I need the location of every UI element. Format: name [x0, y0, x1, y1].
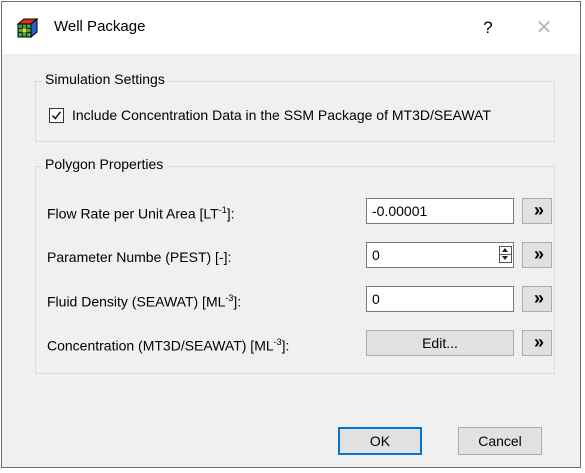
concentration-expand-button[interactable]: »	[522, 330, 552, 356]
help-button[interactable]: ?	[476, 14, 500, 42]
title-bar: Well Package ? ✕	[2, 2, 580, 54]
fluid-density-input[interactable]: 0	[366, 286, 514, 312]
concentration-label: Concentration (MT3D/SEAWAT) [ML-3]:	[47, 337, 290, 354]
fluid-density-label: Fluid Density (SEAWAT) [ML-3]:	[47, 293, 242, 310]
include-concentration-checkbox[interactable]	[49, 108, 64, 123]
close-button[interactable]: ✕	[530, 14, 558, 42]
include-concentration-label: Include Concentration Data in the SSM Pa…	[72, 107, 491, 123]
parameter-number-input[interactable]: 0	[366, 242, 514, 268]
checkmark-icon	[51, 111, 62, 120]
well-package-dialog: Well Package ? ✕ Simulation Settings Inc…	[1, 1, 581, 468]
window-title: Well Package	[54, 18, 146, 35]
parameter-number-label: Parameter Numbe (PEST) [-]:	[47, 249, 232, 265]
parameter-number-value: 0	[372, 247, 380, 263]
flow-rate-label: Flow Rate per Unit Area [LT-1]:	[47, 205, 235, 222]
fluid-density-expand-button[interactable]: »	[522, 286, 552, 312]
parameter-number-spinner[interactable]	[499, 246, 512, 263]
polygon-properties-title: Polygon Properties	[42, 156, 167, 172]
spin-down-icon[interactable]	[502, 256, 508, 260]
spin-up-icon[interactable]	[502, 248, 508, 252]
parameter-number-expand-button[interactable]: »	[522, 242, 552, 268]
ok-button[interactable]: OK	[338, 427, 422, 455]
simulation-settings-title: Simulation Settings	[42, 71, 168, 87]
cancel-button[interactable]: Cancel	[458, 427, 542, 455]
concentration-edit-button[interactable]: Edit...	[366, 330, 514, 356]
flow-rate-expand-button[interactable]: »	[522, 198, 552, 224]
flow-rate-input[interactable]: -0.00001	[366, 198, 514, 224]
cube-app-icon	[16, 17, 39, 39]
